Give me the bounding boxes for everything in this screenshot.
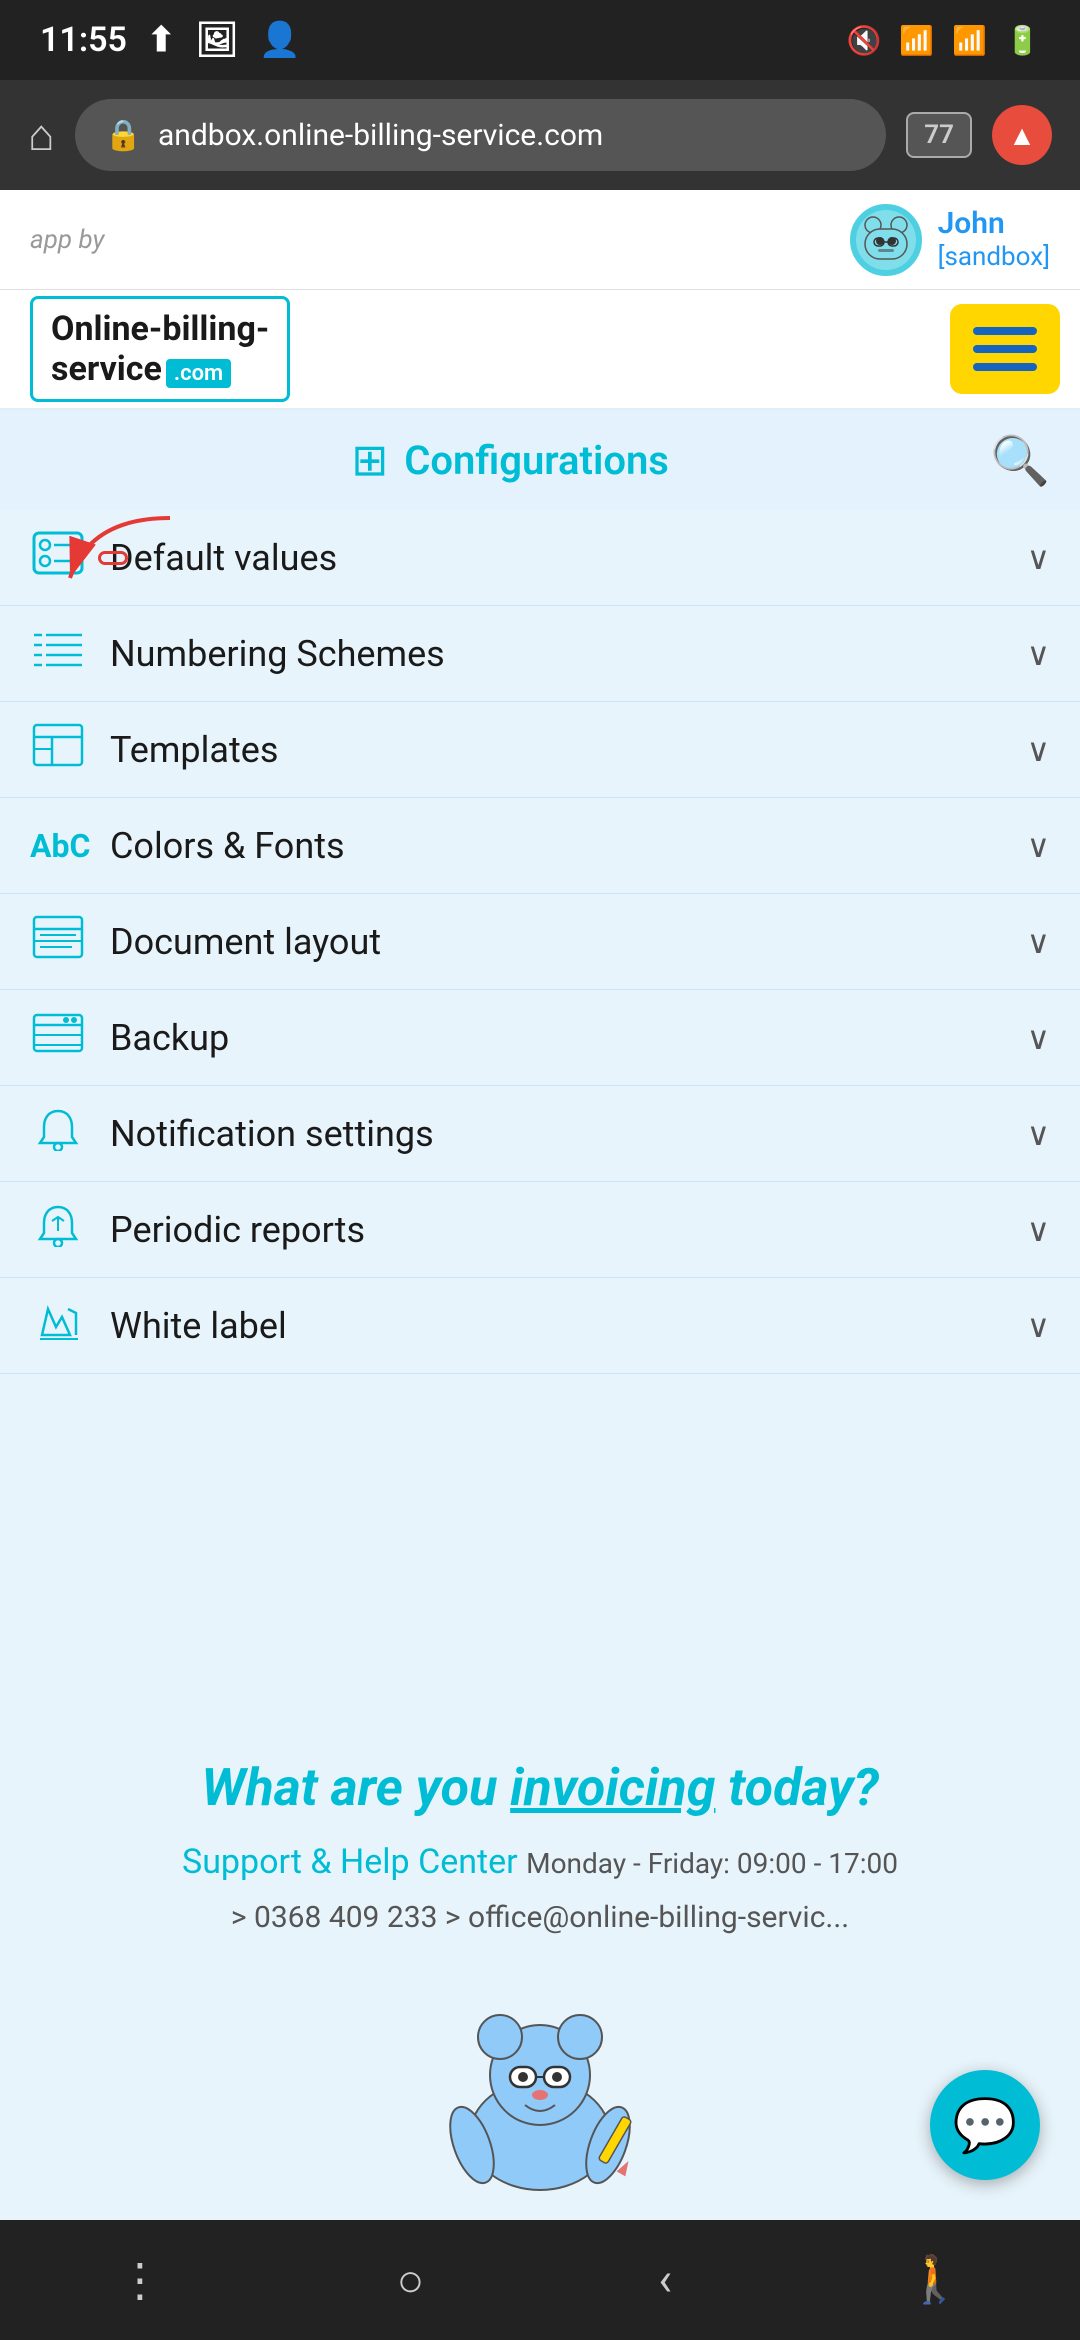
app-header: app by John [sandbox]: [0, 190, 1080, 290]
home-icon[interactable]: ⌂: [28, 109, 55, 161]
content-spacer: [0, 1374, 1080, 1674]
default-values-chevron: ∨: [1027, 539, 1050, 577]
config-title-group: ⊞ Configurations: [30, 434, 990, 486]
menu-item-numbering-left: Numbering Schemes: [30, 627, 445, 681]
menu-item-notification-left: Notification settings: [30, 1107, 434, 1161]
user-name: John: [938, 206, 1050, 242]
mascot-area: [0, 1995, 1080, 2235]
numbering-schemes-text: Numbering Schemes: [110, 633, 445, 675]
menu-list: Default values ∨ Numbering Schemes: [0, 510, 1080, 1374]
templates-text: Templates: [110, 729, 278, 771]
footer-headline: What are you invoicing today?: [30, 1754, 1050, 1822]
status-right: 🔇 📶 📶 🔋: [847, 24, 1041, 57]
menu-item-templates[interactable]: Templates ∨: [0, 702, 1080, 798]
time-display: 11:55: [40, 20, 127, 60]
wifi-icon: 📶: [899, 24, 934, 57]
menu-item-templates-left: Templates: [30, 723, 278, 777]
notification-settings-icon: [30, 1107, 86, 1161]
user-avatar: [850, 204, 922, 276]
periodic-reports-text: Periodic reports: [110, 1209, 365, 1251]
person-icon: 👤: [259, 20, 301, 60]
user-info[interactable]: John [sandbox]: [850, 204, 1050, 276]
signal-icon: 📶: [952, 24, 987, 57]
default-values-text: Default values: [110, 537, 337, 579]
nav-accessibility-icon[interactable]: 🚶: [906, 2253, 963, 2307]
user-role: [sandbox]: [938, 242, 1050, 273]
support-hours: Monday - Friday: 09:00 - 17:00: [526, 1847, 898, 1880]
logo-bar: Online-billing- service.com: [0, 290, 1080, 410]
colors-fonts-icon: AbC: [30, 827, 86, 865]
menu-item-default-values-left: Default values: [30, 531, 337, 585]
tab-count[interactable]: 77: [906, 112, 972, 158]
menu-item-white-label[interactable]: White label ∨: [0, 1278, 1080, 1374]
mute-icon: 🔇: [847, 24, 882, 57]
menu-item-document-left: Document layout: [30, 915, 381, 969]
support-label: Support & Help Center Monday - Friday: 0…: [30, 1842, 1050, 1882]
config-header: ⊞ Configurations 🔍: [0, 410, 1080, 510]
periodic-reports-chevron: ∨: [1027, 1211, 1050, 1249]
menu-item-notification-settings[interactable]: Notification settings ∨: [0, 1086, 1080, 1182]
nav-menu-icon[interactable]: ⋮: [117, 2253, 163, 2308]
config-title-text: Configurations: [404, 437, 669, 484]
numbering-schemes-chevron: ∨: [1027, 635, 1050, 673]
document-layout-icon: [30, 915, 86, 969]
image-icon: 🖼: [195, 20, 238, 60]
logo-com: .com: [166, 359, 231, 388]
browser-bar: ⌂ 🔒 andbox.online-billing-service.com 77…: [0, 80, 1080, 190]
user-name-block: John [sandbox]: [938, 206, 1050, 273]
menu-item-backup[interactable]: Backup ∨: [0, 990, 1080, 1086]
logo-line1: Online-billing-: [51, 309, 269, 349]
white-label-chevron: ∨: [1027, 1307, 1050, 1345]
url-text: andbox.online-billing-service.com: [158, 118, 603, 153]
nav-back-icon[interactable]: ‹: [658, 2253, 672, 2307]
numbering-schemes-icon: [30, 627, 86, 681]
logo-line2: service.com: [51, 349, 231, 389]
address-bar[interactable]: 🔒 andbox.online-billing-service.com: [75, 99, 887, 171]
status-bar: 11:55 ⬆ 🖼 👤 🔇 📶 📶 🔋: [0, 0, 1080, 80]
upload-icon: ⬆: [147, 20, 176, 60]
periodic-reports-icon: [30, 1203, 86, 1257]
app-by-label: app by: [30, 225, 104, 255]
hamburger-line-3: [973, 363, 1037, 371]
upload-button[interactable]: ▲: [992, 105, 1052, 165]
menu-item-default-values[interactable]: Default values ∨: [0, 510, 1080, 606]
battery-icon: 🔋: [1005, 24, 1040, 57]
contact-info: > 0368 409 233 > office@online-billing-s…: [30, 1900, 1050, 1935]
menu-item-periodic-reports[interactable]: Periodic reports ∨: [0, 1182, 1080, 1278]
menu-item-document-layout[interactable]: Document layout ∨: [0, 894, 1080, 990]
white-label-text: White label: [110, 1305, 287, 1347]
footer-section: What are you invoicing today? Support & …: [0, 1674, 1080, 1995]
mascot-bear: [400, 1995, 680, 2195]
config-grid-icon: ⊞: [351, 434, 388, 486]
notification-settings-chevron: ∨: [1027, 1115, 1050, 1153]
menu-item-periodic-left: Periodic reports: [30, 1203, 365, 1257]
status-left: 11:55 ⬆ 🖼 👤: [40, 20, 301, 60]
menu-item-white-label-left: White label: [30, 1299, 287, 1353]
document-layout-text: Document layout: [110, 921, 381, 963]
logo[interactable]: Online-billing- service.com: [30, 296, 290, 402]
colors-fonts-chevron: ∨: [1027, 827, 1050, 865]
search-button[interactable]: 🔍: [990, 432, 1050, 489]
colors-fonts-text: Colors & Fonts: [110, 825, 345, 867]
nav-bar: ⋮ ○ ‹ 🚶: [0, 2220, 1080, 2340]
backup-icon: [30, 1011, 86, 1065]
default-values-icon: [30, 531, 86, 585]
templates-chevron: ∨: [1027, 731, 1050, 769]
backup-chevron: ∨: [1027, 1019, 1050, 1057]
menu-item-colors-left: AbC Colors & Fonts: [30, 825, 345, 867]
white-label-icon: [30, 1299, 86, 1353]
chat-fab-button[interactable]: 💬: [930, 2070, 1040, 2180]
notification-settings-text: Notification settings: [110, 1113, 434, 1155]
document-layout-chevron: ∨: [1027, 923, 1050, 961]
hamburger-line-2: [973, 345, 1037, 353]
nav-home-icon[interactable]: ○: [397, 2253, 425, 2308]
menu-item-backup-left: Backup: [30, 1011, 229, 1065]
menu-item-numbering-schemes[interactable]: Numbering Schemes ∨: [0, 606, 1080, 702]
backup-text: Backup: [110, 1017, 229, 1059]
templates-icon: [30, 723, 86, 777]
hamburger-menu-button[interactable]: [950, 304, 1060, 394]
hamburger-line-1: [973, 327, 1037, 335]
menu-item-colors-fonts[interactable]: AbC Colors & Fonts ∨: [0, 798, 1080, 894]
lock-icon: 🔒: [105, 118, 142, 153]
